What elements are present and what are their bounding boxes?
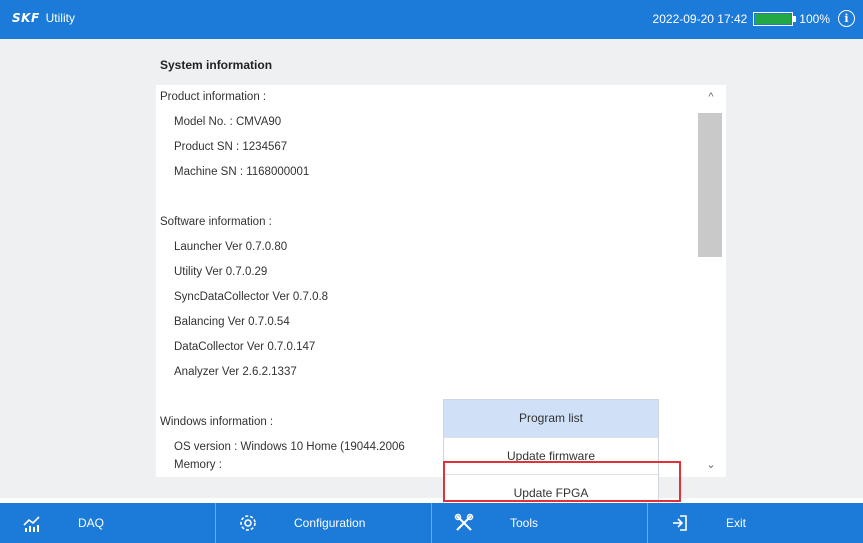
software-version: DataCollector Ver 0.7.0.147 (174, 341, 316, 353)
tab-daq[interactable]: DAQ (0, 503, 216, 543)
info-icon[interactable]: i (838, 10, 855, 27)
software-version: Balancing Ver 0.7.0.54 (174, 316, 290, 328)
model-no: Model No. : CMVA90 (174, 116, 282, 128)
daq-chart-icon (23, 516, 40, 532)
app-name: Utility (45, 11, 75, 25)
tab-exit[interactable]: Exit (648, 503, 863, 543)
page-title: System information (160, 58, 273, 72)
tab-label: Configuration (294, 516, 366, 530)
os-version: OS version : Windows 10 Home (19044.2006 (174, 441, 405, 453)
tab-label: Exit (726, 516, 747, 530)
machine-sn: Machine SN : 1168000001 (174, 166, 310, 178)
software-version: Utility Ver 0.7.0.29 (174, 266, 268, 278)
tools-icon (454, 513, 474, 531)
software-version: Analyzer Ver 2.6.2.1337 (174, 366, 297, 378)
tab-configuration[interactable]: Configuration (216, 503, 432, 543)
bottom-nav: DAQ Configuration Tools Exit (0, 503, 863, 543)
scroll-up-icon[interactable]: ^ (696, 91, 726, 103)
battery-icon (753, 11, 797, 26)
tab-label: Tools (510, 516, 539, 530)
gear-icon (240, 515, 256, 531)
software-version: Launcher Ver 0.7.0.80 (174, 241, 288, 253)
product-info-heading: Product information : (160, 91, 267, 103)
top-bar: SKF Utility 2022-09-20 17:42 100% i (0, 0, 863, 39)
software-info-heading: Software information : (160, 216, 272, 228)
battery-percent: 100% (799, 11, 830, 26)
software-version: SyncDataCollector Ver 0.7.0.8 (174, 291, 329, 303)
tools-menu: Program list Update firmware Update FPGA (443, 399, 659, 512)
memory: Memory : (174, 459, 222, 471)
tab-tools[interactable]: Tools (432, 503, 648, 543)
scroll-thumb[interactable] (698, 113, 722, 257)
windows-info-heading: Windows information : (160, 416, 274, 428)
scroll-down-icon[interactable]: ⌄ (696, 458, 726, 471)
product-sn: Product SN : 1234567 (174, 141, 288, 153)
info-glyph: i (844, 12, 849, 25)
exit-icon (673, 515, 687, 531)
main-area: System information Product information :… (0, 39, 863, 498)
menu-item-program-list[interactable]: Program list (444, 400, 658, 437)
datetime: 2022-09-20 17:42 (652, 11, 748, 26)
battery-fill (755, 13, 792, 24)
scrollbar[interactable]: ^ ⌄ (696, 85, 726, 477)
menu-item-update-firmware[interactable]: Update firmware (444, 437, 658, 474)
tab-label: DAQ (78, 516, 105, 530)
app-brand: SKF Utility (12, 11, 75, 25)
status-area: 2022-09-20 17:42 100% i (653, 10, 855, 27)
skf-logo: SKF (12, 11, 40, 25)
